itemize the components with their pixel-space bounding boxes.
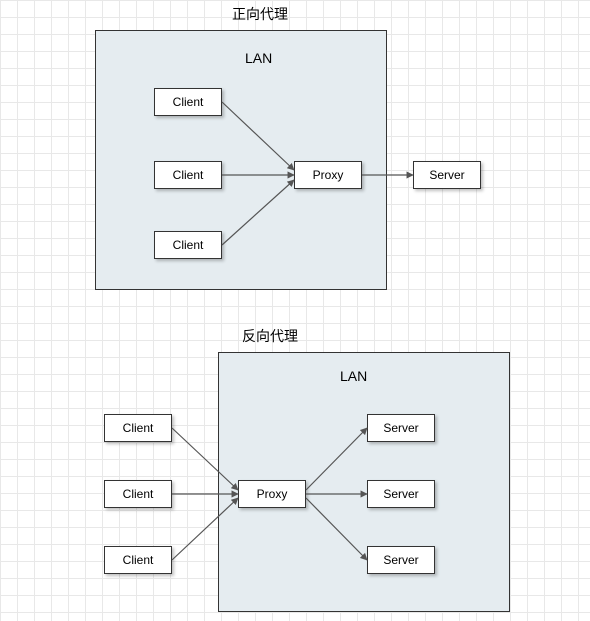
diagram2-title: 反向代理 [210, 326, 330, 346]
diagram1-proxy: Proxy [294, 161, 362, 189]
diagram2-server-3: Server [367, 546, 435, 574]
diagram1-lan-label: LAN [245, 50, 272, 66]
diagram2-server-1: Server [367, 414, 435, 442]
diagram2-server-2: Server [367, 480, 435, 508]
diagram2-client-1: Client [104, 414, 172, 442]
diagram2-lan-label: LAN [340, 368, 367, 384]
diagram1-lan-box [95, 30, 387, 290]
diagram1-client-3: Client [154, 231, 222, 259]
diagram1-server: Server [413, 161, 481, 189]
diagram1-title: 正向代理 [200, 4, 320, 24]
diagram-canvas: 正向代理 LAN Client Client Client Proxy Serv… [0, 0, 590, 621]
diagram2-client-2: Client [104, 480, 172, 508]
diagram1-client-1: Client [154, 88, 222, 116]
diagram1-client-2: Client [154, 161, 222, 189]
diagram2-proxy: Proxy [238, 480, 306, 508]
diagram2-client-3: Client [104, 546, 172, 574]
